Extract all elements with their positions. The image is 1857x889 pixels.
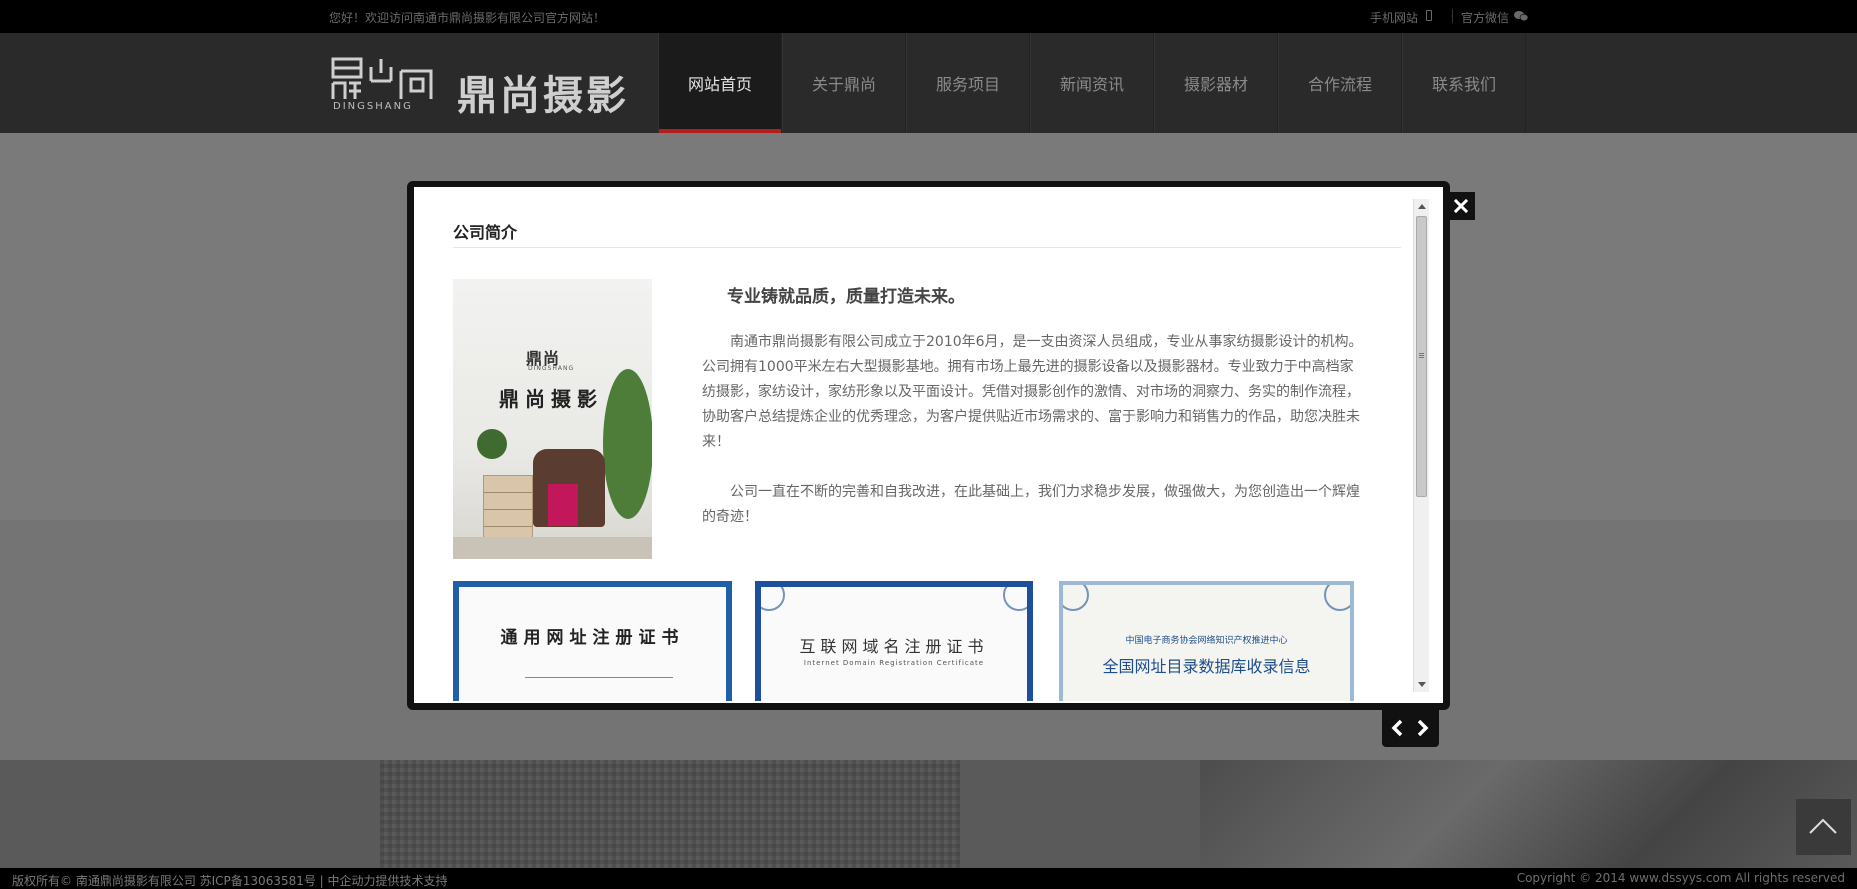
nav-item-equipment[interactable]: 摄影器材 (1154, 33, 1278, 133)
site-logo[interactable]: DINGSHANG 鼎尚摄影 (331, 57, 631, 119)
close-button[interactable] (1447, 192, 1475, 220)
footer-bar: 版权所有© 南通鼎尚摄影有限公司 苏ICP备13063581号 | 中企动力提供… (0, 868, 1857, 889)
poster-logo-cn: 鼎尚摄影 (499, 387, 603, 411)
certificate-title: 全国网址目录数据库收录信息 (1102, 657, 1311, 676)
company-intro-modal: 公司简介 鼎尚 DINGSHANG 鼎尚摄影 专业铸就品质，质量打造未来。 南通… (414, 187, 1443, 703)
certificate-title: 互联网域名注册证书 (799, 637, 989, 656)
footer-banner-image (0, 760, 1857, 868)
chevron-right-icon[interactable] (1414, 719, 1430, 737)
mobile-site-link[interactable]: 手机网站 (1370, 9, 1418, 26)
decor-image (1200, 760, 1857, 868)
certificate-image: 互联网域名注册证书 Internet Domain Registration C… (755, 581, 1033, 701)
logo-cn-text: 鼎尚摄影 (457, 73, 629, 119)
modal-scrollbar[interactable] (1413, 199, 1429, 692)
scroll-down-arrow-icon[interactable] (1418, 682, 1426, 687)
certificate-subtitle: Internet Domain Registration Certificate (803, 659, 985, 667)
nav-item-about[interactable]: 关于鼎尚 (782, 33, 906, 133)
scroll-thumb[interactable] (1416, 216, 1427, 497)
divider (1452, 9, 1453, 23)
ornament-shape (1003, 587, 1027, 611)
top-bar: 您好！欢迎访问南通市鼎尚摄影有限公司官方网站！ 手机网站 官方微信 (0, 0, 1857, 33)
scroll-up-arrow-icon[interactable] (1418, 204, 1426, 209)
floor-shape (453, 537, 652, 559)
divider (453, 247, 1401, 248)
nav-item-services[interactable]: 服务项目 (906, 33, 1030, 133)
modal-title: 公司简介 (453, 223, 518, 242)
back-to-top-button[interactable] (1796, 799, 1851, 855)
footer-copyright: 版权所有© 南通鼎尚摄影有限公司 苏ICP备13063581号 | 中企动力提供… (12, 874, 448, 888)
certificate-title: 通用网址注册证书 (500, 628, 685, 648)
nav-item-home[interactable]: 网站首页 (658, 33, 782, 133)
intro-paragraph: 公司一直在不断的完善和自我改进，在此基础上，我们力求稳步发展，做强做大，为您创造… (702, 484, 1360, 525)
nav-item-contact[interactable]: 联系我们 (1402, 33, 1526, 133)
mosaic-pattern (380, 760, 960, 868)
grip-icon (1419, 353, 1424, 354)
logo-en-text: DINGSHANG (333, 101, 413, 112)
poster-logo-en: DINGSHANG (528, 365, 575, 372)
ornament-shape (1324, 585, 1350, 611)
certificate-org: 中国电子商务协会网络知识产权推进中心 (1125, 636, 1288, 646)
phone-icon (1426, 10, 1432, 21)
company-photo: 鼎尚 DINGSHANG 鼎尚摄影 (453, 279, 652, 559)
ornament-shape (761, 587, 785, 611)
certificate-line (525, 677, 673, 678)
modal-pager (1382, 709, 1439, 747)
nav-item-news[interactable]: 新闻资讯 (1030, 33, 1154, 133)
welcome-text: 您好！欢迎访问南通市鼎尚摄影有限公司官方网站！ (329, 11, 606, 25)
close-icon (1453, 198, 1469, 214)
site-header: DINGSHANG 鼎尚摄影 网站首页 关于鼎尚 服务项目 新闻资讯 摄影器材 … (0, 33, 1857, 133)
certificate-image: 中国电子商务协会网络知识产权推进中心 全国网址目录数据库收录信息 (1059, 581, 1354, 701)
plant-shape (603, 369, 652, 519)
chevron-up-icon (1809, 818, 1837, 834)
slogan: 专业铸就品质，质量打造未来。 (727, 287, 965, 307)
certificate-image: 通用网址注册证书 (453, 581, 732, 701)
intro-paragraph: 南通市鼎尚摄影有限公司成立于2010年6月，是一支由资深人员组成，专业从事家纺摄… (702, 334, 1363, 450)
logo-mark-icon (331, 57, 433, 99)
blanket-shape (548, 484, 578, 526)
plant-shape (477, 429, 507, 459)
chevron-left-icon[interactable] (1390, 719, 1406, 737)
footer-copyright-en: Copyright © 2014 www.dssyys.com All righ… (1516, 871, 1845, 885)
ornament-shape (1063, 585, 1089, 611)
main-nav: 网站首页 关于鼎尚 服务项目 新闻资讯 摄影器材 合作流程 联系我们 (658, 33, 1526, 133)
wechat-icon (1514, 11, 1528, 21)
wechat-link[interactable]: 官方微信 (1461, 9, 1509, 26)
nav-item-process[interactable]: 合作流程 (1278, 33, 1402, 133)
